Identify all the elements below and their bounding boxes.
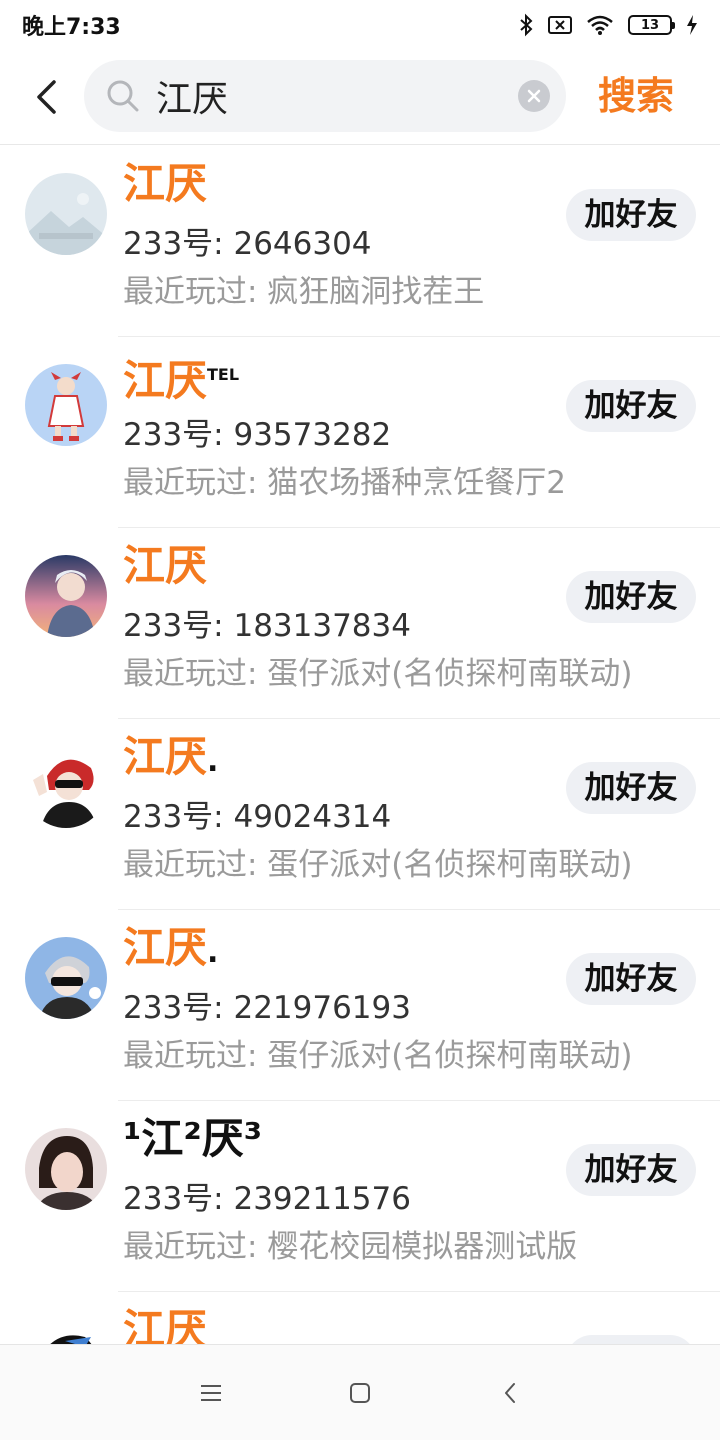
status-icons: 13 [518,13,698,37]
user-id: 233号: 183137834 [123,608,411,644]
menu-icon[interactable] [191,1375,231,1411]
header-divider [0,144,720,145]
status-time: 晚上7:33 [22,15,121,40]
search-results-page: 晚上7:33 13 搜索 [0,0,720,1440]
avatar[interactable] [25,555,107,637]
user-name: ¹江²厌³ [123,1114,263,1163]
list-item[interactable]: 江厌. 233号: 49024314 最近玩过: 蛋仔派对(名侦探柯南联动) 加… [0,719,720,910]
user-id: 233号: 93573282 [123,417,392,453]
list-item[interactable]: 江厌. 233号: 221976193 最近玩过: 蛋仔派对(名侦探柯南联动) … [0,910,720,1101]
list-item[interactable]: 江厌TEL 233号: 93573282 最近玩过: 猫农场播种烹饪餐厅2 加好… [0,337,720,528]
home-icon[interactable] [340,1375,380,1411]
add-friend-button[interactable]: 加好友 [566,189,696,241]
add-friend-button[interactable]: 加好友 [566,380,696,432]
user-name-text: 江厌 [123,732,208,781]
avatar[interactable] [25,937,107,1019]
avatar[interactable] [25,173,107,255]
add-friend-button[interactable]: 加好友 [566,1144,696,1196]
chevron-left-icon [37,80,56,114]
back-button[interactable] [24,72,70,122]
user-name: 江厌. [123,731,218,788]
user-name-suffix: . [207,744,219,779]
battery-icon: 13 [628,15,675,35]
search-button[interactable]: 搜索 [598,68,674,124]
add-friend-button[interactable]: 加好友 [566,571,696,623]
result-list[interactable]: 江厌 233号: 2646304 最近玩过: 疯狂脑洞找茬王 加好友 江厌TEL… [0,146,720,1344]
charging-icon [686,14,698,36]
user-name: 江厌 [123,541,208,590]
user-name: 江厌. [123,922,218,979]
user-name: 江厌TEL [123,349,239,407]
search-box[interactable] [84,60,566,132]
recent-game: 最近玩过: 樱花校园模拟器测试版 [123,1229,578,1265]
back-nav-icon[interactable] [490,1375,530,1411]
list-item[interactable]: 江厌 加好友 [0,1292,720,1344]
search-header: 搜索 [0,50,720,144]
status-bar: 晚上7:33 13 [0,0,720,50]
bluetooth-icon [518,13,534,37]
search-icon [107,80,139,112]
recent-game: 最近玩过: 疯狂脑洞找茬王 [123,274,485,310]
system-nav-bar [0,1344,720,1440]
recent-game: 最近玩过: 蛋仔派对(名侦探柯南联动) [123,1038,633,1074]
user-name-suffix: . [207,935,219,970]
user-name-suffix: TEL [207,365,240,384]
list-item[interactable]: 江厌 233号: 2646304 最近玩过: 疯狂脑洞找茬王 加好友 [0,146,720,337]
add-friend-button[interactable]: 加好友 [566,762,696,814]
clear-icon[interactable] [518,80,550,112]
user-id: 233号: 49024314 [123,799,392,835]
user-id: 233号: 2646304 [123,226,372,262]
user-name-text: 江厌 [123,356,208,405]
wifi-icon [586,14,614,36]
avatar[interactable] [25,746,107,828]
user-name: 江厌 [123,159,208,208]
search-input[interactable] [156,72,496,120]
recent-game: 最近玩过: 蛋仔派对(名侦探柯南联动) [123,656,633,692]
user-id: 233号: 221976193 [123,990,411,1026]
user-name-text: 江厌 [123,923,208,972]
avatar[interactable] [25,1128,107,1210]
user-id: 233号: 239211576 [123,1181,411,1217]
recent-game: 最近玩过: 猫农场播种烹饪餐厅2 [123,465,567,501]
add-friend-button[interactable]: 加好友 [566,1335,696,1344]
list-item[interactable]: 江厌 233号: 183137834 最近玩过: 蛋仔派对(名侦探柯南联动) 加… [0,528,720,719]
recent-game: 最近玩过: 蛋仔派对(名侦探柯南联动) [123,847,633,883]
list-item[interactable]: ¹江²厌³ 233号: 239211576 最近玩过: 樱花校园模拟器测试版 加… [0,1101,720,1292]
add-friend-button[interactable]: 加好友 [566,953,696,1005]
sim-disabled-icon [548,15,572,35]
avatar[interactable] [25,1319,107,1344]
user-name: 江厌 [123,1305,208,1344]
avatar[interactable] [25,364,107,446]
